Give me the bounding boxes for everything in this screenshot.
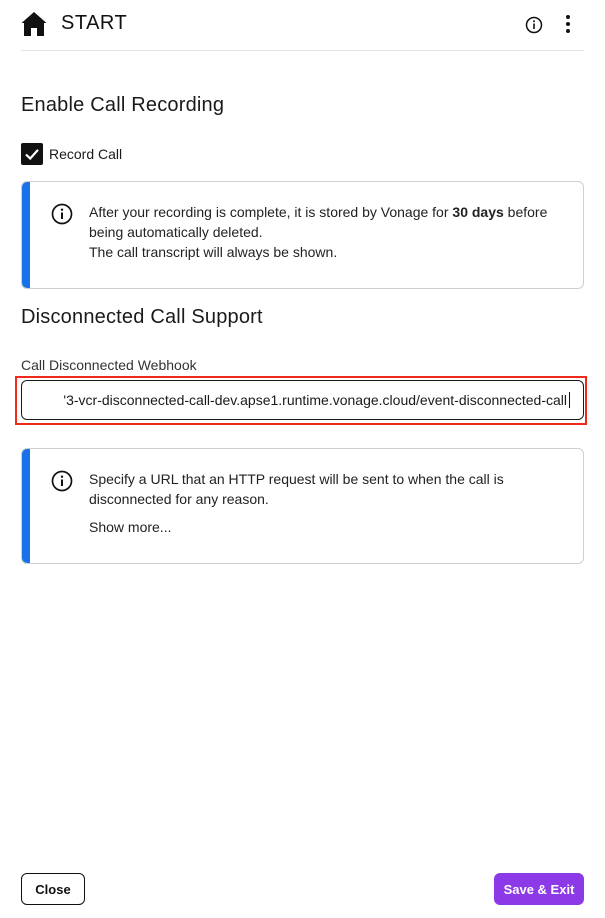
close-button[interactable]: Close [21,873,85,905]
webhook-field-label: Call Disconnected Webhook [21,357,197,373]
webhook-url-text: '3-vcr-disconnected-call-dev.apse1.runti… [63,392,567,408]
note-text-line2: The call transcript will always be shown… [89,244,338,260]
page-title: START [61,12,128,34]
info-icon [51,470,73,492]
record-call-checkbox[interactable] [21,143,43,165]
save-exit-button[interactable]: Save & Exit [494,873,584,905]
note-text-part: After your recording is complete, it is … [89,204,453,220]
record-call-label[interactable]: Record Call [49,146,122,162]
webhook-url-value: '3-vcr-disconnected-call-dev.apse1.runti… [63,392,570,408]
home-icon[interactable] [21,11,47,37]
recording-note-text: After your recording is complete, it is … [89,202,553,262]
webhook-info-note: Specify a URL that an HTTP request will … [21,448,584,564]
disconnected-heading: Disconnected Call Support [21,306,263,328]
info-icon[interactable] [525,16,543,34]
header: START [21,0,584,51]
text-caret [569,392,570,408]
more-vertical-icon[interactable] [559,14,577,34]
note-text-bold: 30 days [452,204,504,220]
note-accent-bar [22,182,30,288]
show-more-link[interactable]: Show more... [89,517,553,537]
recording-heading: Enable Call Recording [21,94,225,116]
check-icon [25,149,39,161]
webhook-url-input[interactable]: '3-vcr-disconnected-call-dev.apse1.runti… [21,380,584,420]
info-icon [51,203,73,225]
recording-info-note: After your recording is complete, it is … [21,181,584,289]
note-accent-bar [22,449,30,563]
webhook-note-text: Specify a URL that an HTTP request will … [89,471,504,507]
